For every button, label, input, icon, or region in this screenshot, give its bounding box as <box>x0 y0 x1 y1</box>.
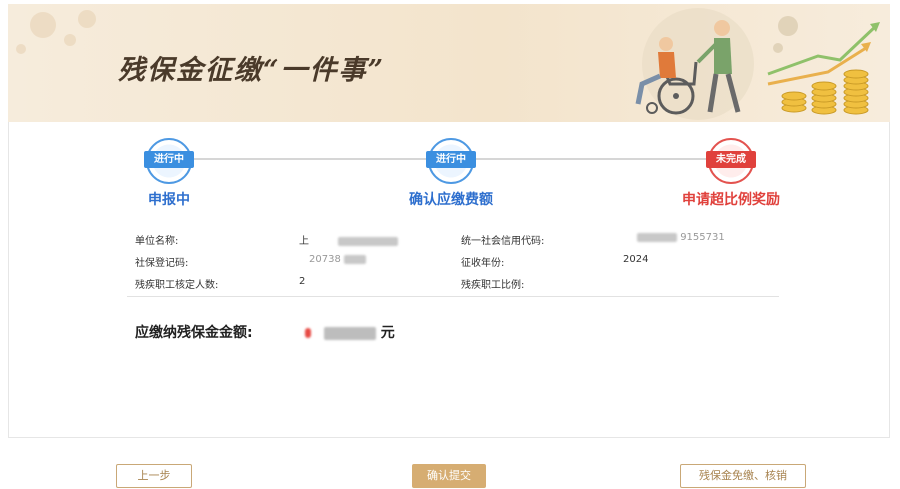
social-reg-value: 20738 <box>309 254 366 265</box>
decor-bubble <box>78 10 96 28</box>
levy-year-label: 征收年份: <box>461 258 505 269</box>
step-label: 申报中 <box>148 192 190 208</box>
decor-bubble <box>30 12 56 38</box>
step-status-text: 未完成 <box>706 151 756 168</box>
amount-value: 元 <box>305 322 395 342</box>
masked-value <box>323 326 376 340</box>
step-status-text: 进行中 <box>426 151 476 168</box>
confirm-submit-button[interactable]: 确认提交 <box>412 464 486 488</box>
step-confirm-fee: 进行中 确认应缴费额 <box>371 138 531 209</box>
step-status-badge: 未完成 <box>706 138 756 184</box>
disabled-count-label: 残疾职工核定人数: <box>135 280 219 291</box>
decor-bubble <box>64 34 76 46</box>
step-declaring: 进行中 申报中 <box>89 138 249 209</box>
exemption-writeoff-button[interactable]: 残保金免缴、核销 <box>680 464 806 488</box>
step-status-badge: 进行中 <box>144 138 194 184</box>
amount-unit: 元 <box>380 325 395 341</box>
credit-code-label: 统一社会信用代码: <box>461 236 545 247</box>
masked-value <box>305 328 311 338</box>
disabled-ratio-label: 残疾职工比例: <box>461 280 525 291</box>
masked-value <box>344 254 366 264</box>
header-banner: 残保金征缴“一件事” <box>8 4 890 122</box>
masked-value <box>637 232 677 242</box>
main-card: 进行中 申报中 进行中 确认应缴费额 未完成 申请超比例奖励 单位名称: 上 统… <box>8 122 890 438</box>
decor-bubble <box>16 44 26 54</box>
social-reg-label: 社保登记码: <box>135 258 189 269</box>
levy-year-value: 2024 <box>623 254 649 265</box>
step-apply-reward: 未完成 申请超比例奖励 <box>651 138 811 209</box>
previous-step-button[interactable]: 上一步 <box>116 464 192 488</box>
masked-value <box>338 236 399 246</box>
credit-code-value: 9155731 <box>623 232 725 243</box>
step-label: 申请超比例奖励 <box>682 192 780 208</box>
step-status-text: 进行中 <box>144 151 194 168</box>
wheelchair-illustration-icon <box>635 8 880 120</box>
divider <box>127 296 779 297</box>
step-label: 确认应缴费额 <box>409 192 493 208</box>
unit-name-label: 单位名称: <box>135 236 179 247</box>
disabled-count-value: 2 <box>299 276 306 287</box>
unit-name-value: 上 <box>299 232 399 247</box>
amount-label: 应缴纳残保金金额: <box>135 325 253 341</box>
page-title: 残保金征缴“一件事” <box>118 55 386 86</box>
step-status-badge: 进行中 <box>426 138 476 184</box>
